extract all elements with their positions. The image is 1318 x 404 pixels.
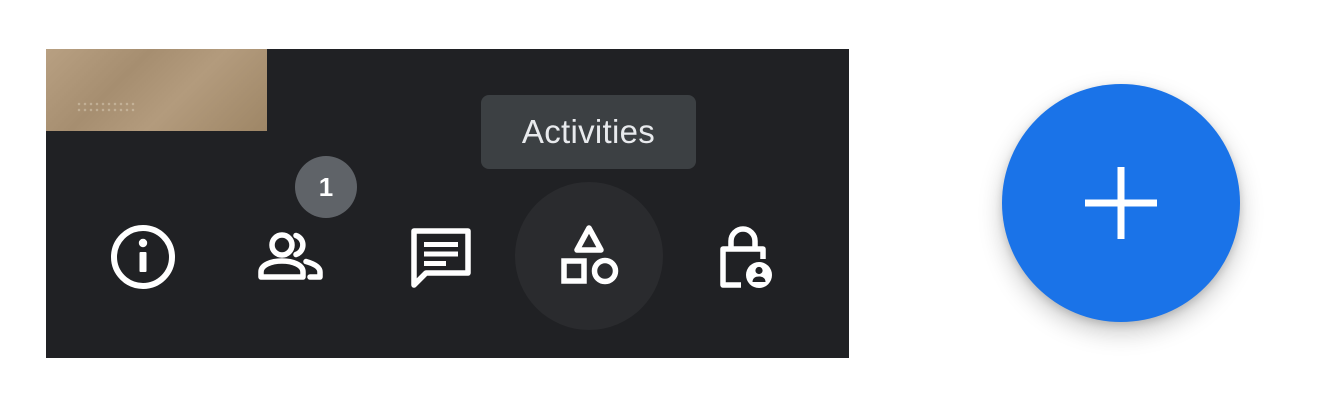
meeting-toolbar: Activities 1	[46, 49, 849, 358]
chat-icon	[411, 228, 471, 288]
page: Activities 1	[0, 0, 1318, 404]
meeting-info-button[interactable]	[93, 207, 193, 307]
activities-button[interactable]	[515, 182, 663, 330]
host-controls-button[interactable]	[693, 207, 793, 307]
lock-person-icon	[720, 226, 772, 288]
activities-icon	[561, 225, 619, 285]
people-count-badge: 1	[295, 156, 357, 218]
people-icon	[258, 232, 323, 280]
participant-video-thumbnail[interactable]	[46, 49, 267, 131]
info-icon	[111, 225, 175, 289]
activities-tooltip: Activities	[481, 95, 696, 169]
plus-icon	[1085, 167, 1157, 239]
add-fab-button[interactable]	[1002, 84, 1240, 322]
people-button[interactable]	[241, 207, 341, 307]
chat-button[interactable]	[391, 207, 491, 307]
